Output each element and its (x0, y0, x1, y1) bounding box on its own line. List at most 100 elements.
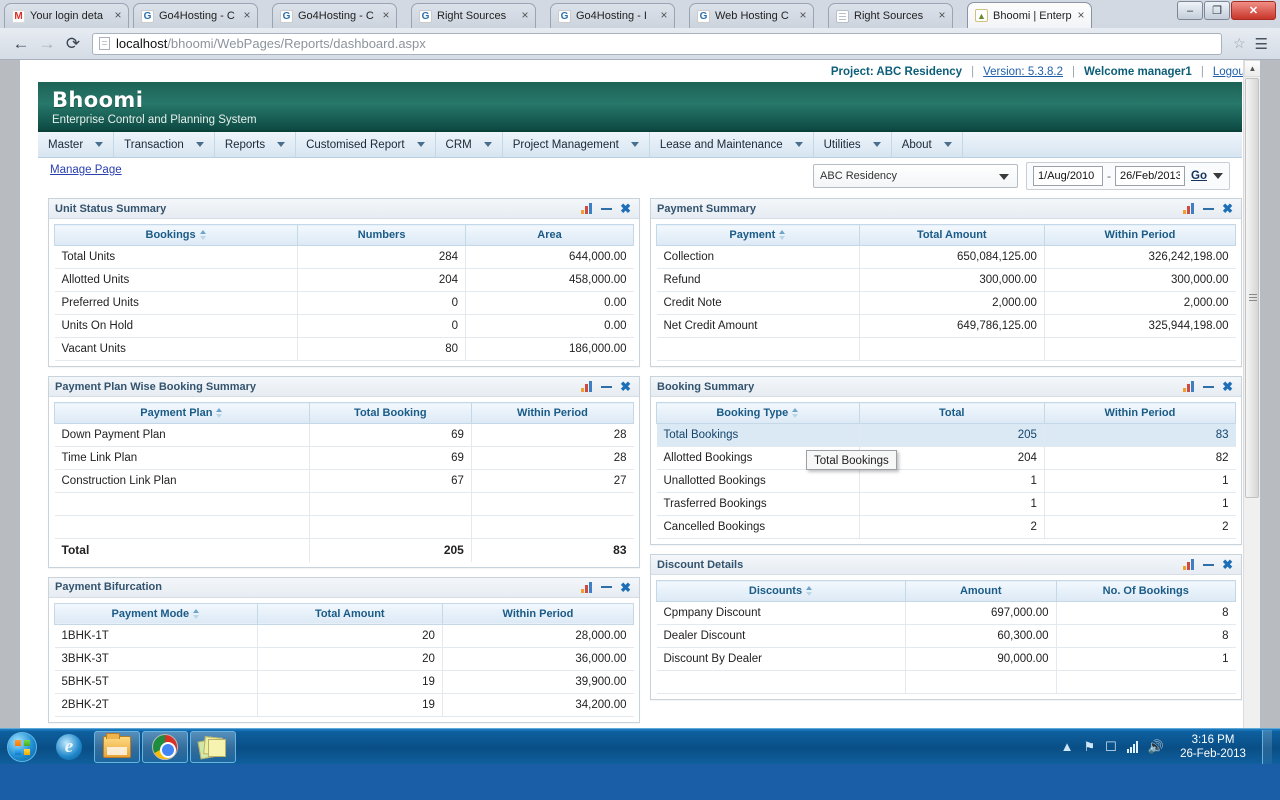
chevron-down-icon[interactable] (1213, 173, 1223, 179)
column-header-within-period[interactable]: Within Period (471, 403, 633, 424)
scroll-up-icon[interactable]: ▲ (1244, 60, 1260, 77)
cell-total: 1 (859, 493, 1044, 516)
menu-item-project-management[interactable]: Project Management (503, 132, 650, 157)
chart-icon[interactable] (581, 203, 593, 214)
close-icon[interactable]: ✖ (1222, 203, 1233, 214)
tab-close-icon[interactable]: × (380, 10, 392, 22)
minimize-icon[interactable] (1203, 564, 1214, 566)
show-hidden-icons[interactable]: ▲ (1061, 739, 1074, 754)
column-header-discounts[interactable]: Discounts (657, 581, 906, 602)
minimize-icon[interactable] (601, 208, 612, 210)
minimize-icon[interactable] (1203, 208, 1214, 210)
column-header-within-period[interactable]: Within Period (442, 603, 633, 624)
tab-close-icon[interactable]: × (519, 10, 531, 22)
close-icon[interactable]: ✖ (620, 582, 631, 593)
go-button[interactable]: Go (1189, 170, 1209, 182)
close-icon[interactable]: ✖ (1222, 559, 1233, 570)
minimize-icon[interactable] (1203, 386, 1214, 388)
column-header-total-booking[interactable]: Total Booking (309, 403, 471, 424)
browser-tab-4[interactable]: G Right Sources × (411, 3, 536, 28)
windows-logo-icon (7, 732, 37, 762)
column-header-no-of-bookings[interactable]: No. Of Bookings (1056, 581, 1236, 602)
menu-item-customised-report[interactable]: Customised Report (296, 132, 435, 157)
menu-item-master[interactable]: Master (38, 132, 114, 157)
menu-item-crm[interactable]: CRM (436, 132, 503, 157)
close-icon[interactable]: ✖ (1222, 381, 1233, 392)
browser-tab-6[interactable]: G Web Hosting C × (689, 3, 814, 28)
column-header-payment[interactable]: Payment (657, 225, 860, 246)
panel-header: Discount Details ✖ (651, 555, 1241, 575)
panel-body: Payment Plan Total Booking Within Period (49, 397, 639, 567)
column-header-payment-mode[interactable]: Payment Mode (55, 603, 258, 624)
reload-icon[interactable]: ⟳ (60, 32, 86, 56)
address-bar[interactable]: localhost /bhoomi/WebPages/Reports/dashb… (92, 33, 1222, 55)
column-header-within-period[interactable]: Within Period (1044, 403, 1235, 424)
close-icon[interactable]: ✖ (620, 203, 631, 214)
date-to-input[interactable] (1115, 166, 1185, 186)
project-select[interactable]: ABC Residency (813, 164, 1018, 188)
menu-item-lease-and-maintenance[interactable]: Lease and Maintenance (650, 132, 814, 157)
back-icon[interactable]: ← (8, 32, 34, 56)
minimize-icon[interactable] (601, 586, 612, 588)
user-info-strip: Project: ABC Residency | Version: 5.3.8.… (20, 60, 1260, 82)
tab-close-icon[interactable]: × (797, 10, 809, 22)
taskbar-item-windows-explorer[interactable] (94, 731, 140, 763)
browser-tab-7[interactable]: Right Sources × (828, 3, 953, 28)
menu-item-transaction[interactable]: Transaction (114, 132, 215, 157)
minimize-icon[interactable] (601, 386, 612, 388)
column-header-amount[interactable]: Amount (905, 581, 1056, 602)
volume-icon[interactable]: 🔊 (1148, 739, 1164, 755)
taskbar-item-google-chrome[interactable] (142, 731, 188, 763)
windows-taskbar: ▲ ⚑ ☐ 🔊 3:16 PM 26-Feb-2013 (0, 728, 1280, 764)
network-signal-icon[interactable] (1127, 741, 1138, 753)
tab-close-icon[interactable]: × (241, 10, 253, 22)
window-maximize-button[interactable]: ❐ (1204, 1, 1230, 20)
action-center-icon[interactable]: ☐ (1105, 739, 1117, 755)
taskbar-item-internet-explorer[interactable] (46, 731, 92, 763)
panel-payment-bifurcation: Payment Bifurcation ✖ P (48, 577, 640, 723)
column-header-payment-plan[interactable]: Payment Plan (55, 403, 310, 424)
manage-page-link[interactable]: Manage Page (50, 164, 122, 176)
chart-icon[interactable] (581, 582, 593, 593)
flag-icon[interactable]: ⚑ (1084, 739, 1096, 755)
window-minimize-button[interactable]: – (1177, 1, 1203, 20)
tab-close-icon[interactable]: × (112, 10, 124, 22)
column-header-total-amount[interactable]: Total Amount (859, 225, 1044, 246)
chart-icon[interactable] (1183, 381, 1195, 392)
column-header-booking-type[interactable]: Booking Type (657, 403, 860, 424)
menu-item-about[interactable]: About (892, 132, 963, 157)
scrollbar-thumb[interactable] (1245, 78, 1259, 498)
taskbar-clock[interactable]: 3:16 PM 26-Feb-2013 (1174, 733, 1252, 761)
column-header-numbers[interactable]: Numbers (298, 225, 466, 246)
show-desktop-button[interactable] (1262, 730, 1272, 764)
chart-icon[interactable] (581, 381, 593, 392)
browser-menu-icon[interactable]: ☰ (1251, 35, 1272, 53)
menu-item-utilities[interactable]: Utilities (814, 132, 892, 157)
page-scrollbar[interactable]: ▲ (1243, 60, 1260, 764)
column-header-total[interactable]: Total (859, 403, 1044, 424)
tab-close-icon[interactable]: × (1075, 10, 1087, 22)
close-icon[interactable]: ✖ (620, 381, 631, 392)
column-header-within-period[interactable]: Within Period (1044, 225, 1235, 246)
column-header-bookings[interactable]: Bookings (55, 225, 298, 246)
version-link[interactable]: Version: 5.3.8.2 (983, 66, 1063, 78)
column-header-area[interactable]: Area (466, 225, 634, 246)
chart-icon[interactable] (1183, 559, 1195, 570)
column-header-total-amount[interactable]: Total Amount (257, 603, 442, 624)
chart-icon[interactable] (1183, 203, 1195, 214)
browser-tab-8-active[interactable]: ▲ Bhoomi | Enterp × (967, 2, 1092, 28)
date-from-input[interactable] (1033, 166, 1103, 186)
tab-close-icon[interactable]: × (658, 10, 670, 22)
browser-tab-3[interactable]: G Go4Hosting - C × (272, 3, 397, 28)
forward-icon[interactable]: → (34, 32, 60, 56)
start-button[interactable] (0, 730, 44, 764)
bookmark-star-icon[interactable]: ☆ (1228, 35, 1251, 52)
tab-close-icon[interactable]: × (936, 10, 948, 22)
browser-tab-1[interactable]: M Your login deta × (4, 3, 129, 28)
window-close-button[interactable]: ✕ (1231, 1, 1276, 20)
cell-label[interactable]: Total Bookings (657, 424, 860, 447)
browser-tab-5[interactable]: G Go4Hosting - I × (550, 3, 675, 28)
menu-item-reports[interactable]: Reports (215, 132, 296, 157)
browser-tab-2[interactable]: G Go4Hosting - C × (133, 3, 258, 28)
taskbar-item-sticky-notes[interactable] (190, 731, 236, 763)
